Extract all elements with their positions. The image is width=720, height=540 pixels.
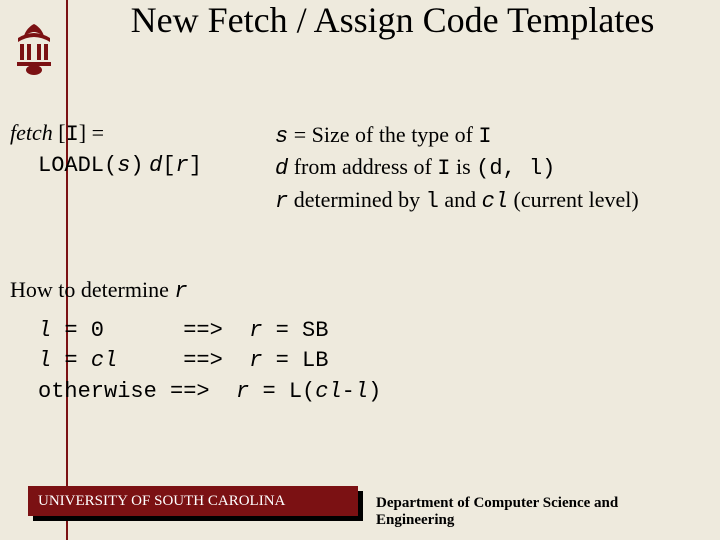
footer-university-box: UNIVERSITY OF SOUTH CAROLINA [28,486,358,516]
equals: = [92,120,104,145]
fetch-row: fetch [I] = LOADL(s) d[r] s = Size of th… [10,120,710,217]
fetch-arg: I [66,122,79,147]
fetch-notes: s = Size of the type of I d from address… [275,120,710,217]
note-s: s = Size of the type of I [275,120,710,152]
department-name: Department of Computer Science and Engin… [376,495,698,529]
fetch-left: fetch [I] = LOADL(s) d[r] [10,120,275,178]
load-instruction: LOADL(s) d[r] [10,151,275,178]
university-name: UNIVERSITY OF SOUTH CAROLINA [38,493,285,510]
rules-block: l = 0 ==> r = SB l = cl ==> r = LB other… [10,316,710,407]
fetch-label: fetch [10,120,53,145]
slide-content: fetch [I] = LOADL(s) d[r] s = Size of th… [10,120,710,407]
university-logo-icon [12,22,56,76]
how-determine: How to determine r [10,277,710,304]
note-d: d from address of I is (d, l) [275,152,710,184]
footer: UNIVERSITY OF SOUTH CAROLINA Department … [28,486,698,520]
fetch-signature: fetch [I] = [10,120,275,147]
note-r: r determined by l and cl (current level) [275,185,710,217]
slide-title: New Fetch / Assign Code Templates [90,2,695,40]
slide: New Fetch / Assign Code Templates fetch … [0,0,720,540]
